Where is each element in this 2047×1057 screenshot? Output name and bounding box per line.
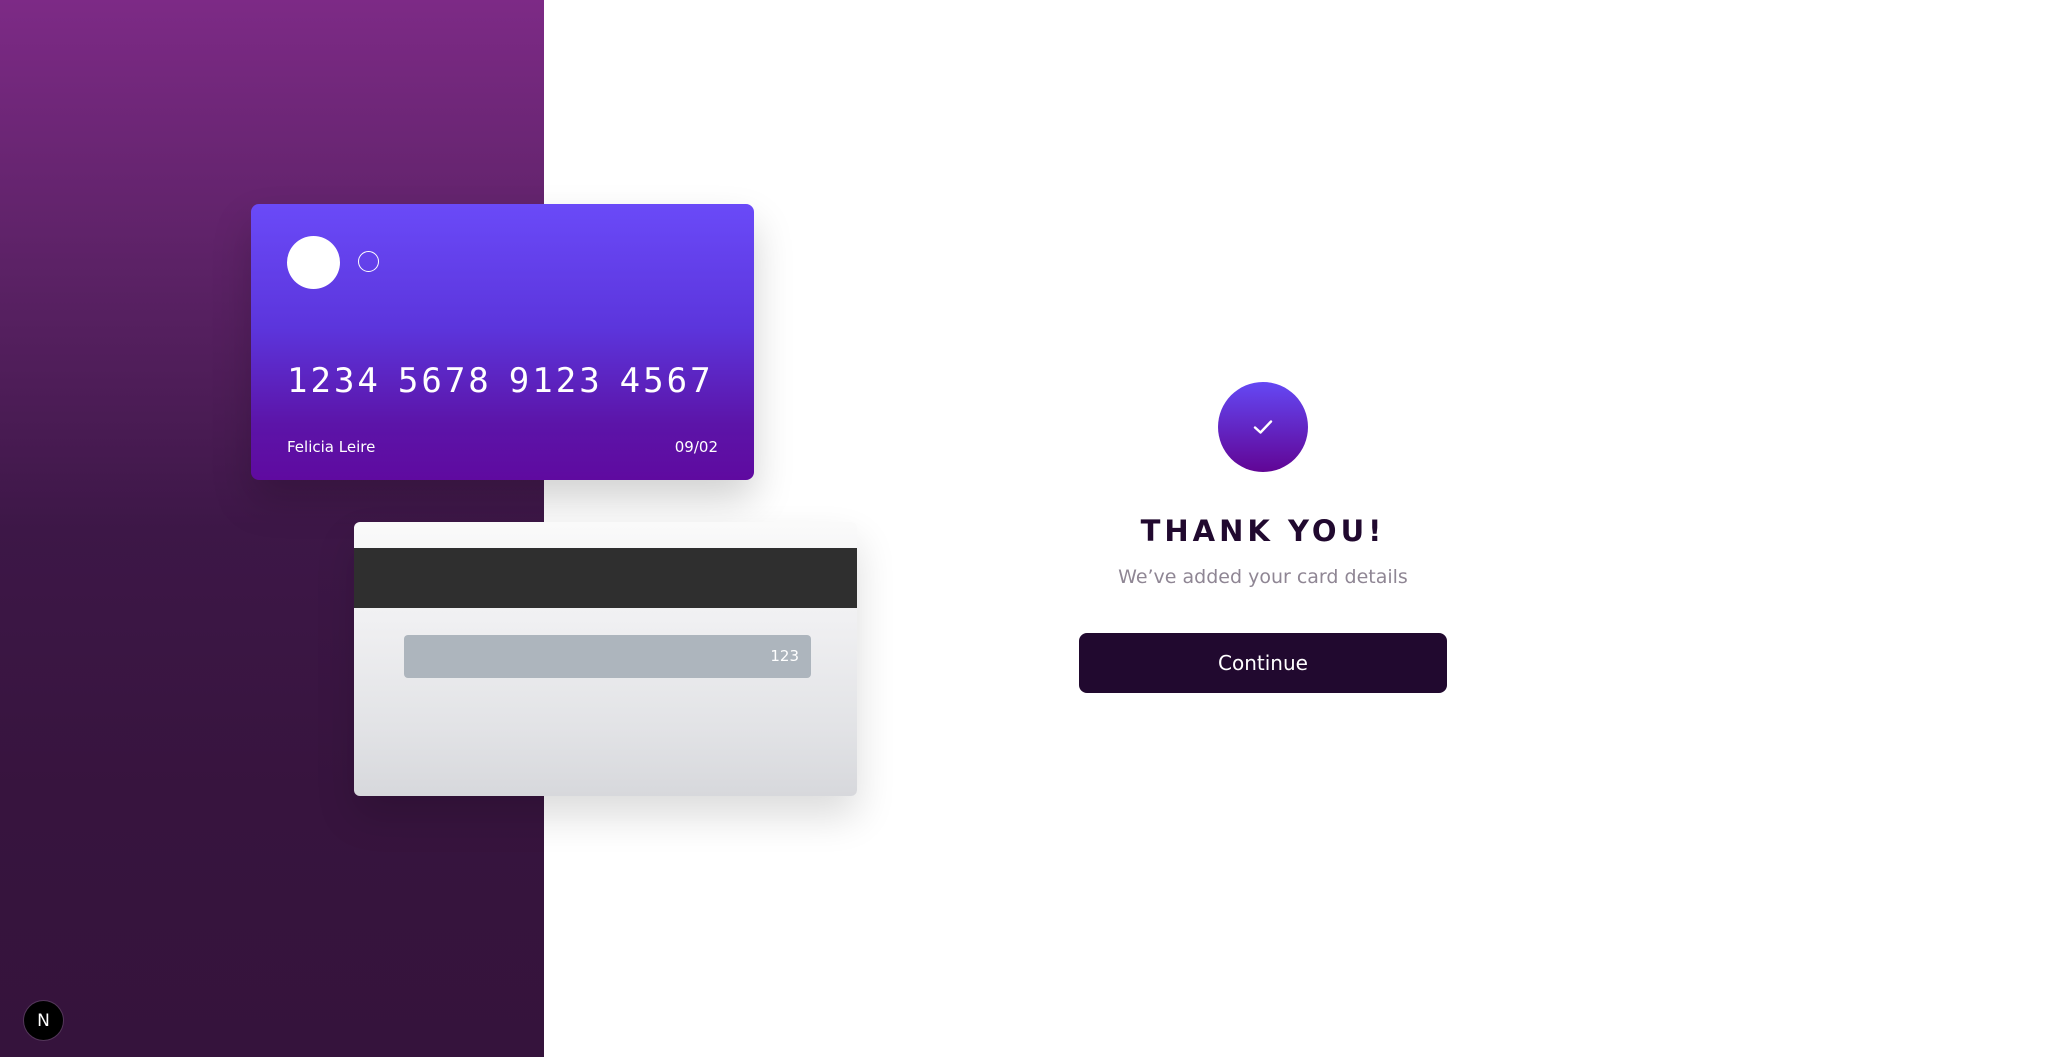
card-number-group: 4567 bbox=[619, 361, 714, 401]
badge-label: N bbox=[37, 1010, 50, 1031]
card-number-group: 9123 bbox=[508, 361, 603, 401]
card-expiry-date: 09/02 bbox=[674, 438, 718, 456]
card-holder-name: Felicia Leire bbox=[287, 438, 376, 456]
card-number-group: 5678 bbox=[397, 361, 492, 401]
next-logo-icon[interactable]: N bbox=[24, 1001, 63, 1040]
magnetic-stripe bbox=[354, 548, 857, 608]
check-icon bbox=[1253, 420, 1273, 434]
card-number: 1234 5678 9123 4567 bbox=[287, 361, 731, 401]
thank-you-title: THANK YOU! bbox=[1140, 514, 1386, 548]
card-logo-ring-icon bbox=[358, 251, 379, 272]
card-logo-circle-icon bbox=[287, 236, 340, 289]
card-back: 123 bbox=[354, 522, 857, 796]
card-number-group: 1234 bbox=[287, 361, 381, 401]
success-badge bbox=[1218, 382, 1308, 472]
page: 1234 5678 9123 4567 Felicia Leire 09/02 123… bbox=[0, 0, 2047, 1057]
complete-state: THANK YOU! We’ve added your card details… bbox=[1079, 382, 1447, 693]
continue-button[interactable]: Continue bbox=[1079, 633, 1447, 693]
confirmation-message: We’ve added your card details bbox=[1118, 566, 1408, 588]
card-front: 1234 5678 9123 4567 Felicia Leire 09/02 bbox=[251, 204, 754, 480]
card-cvc: 123 bbox=[404, 635, 811, 678]
